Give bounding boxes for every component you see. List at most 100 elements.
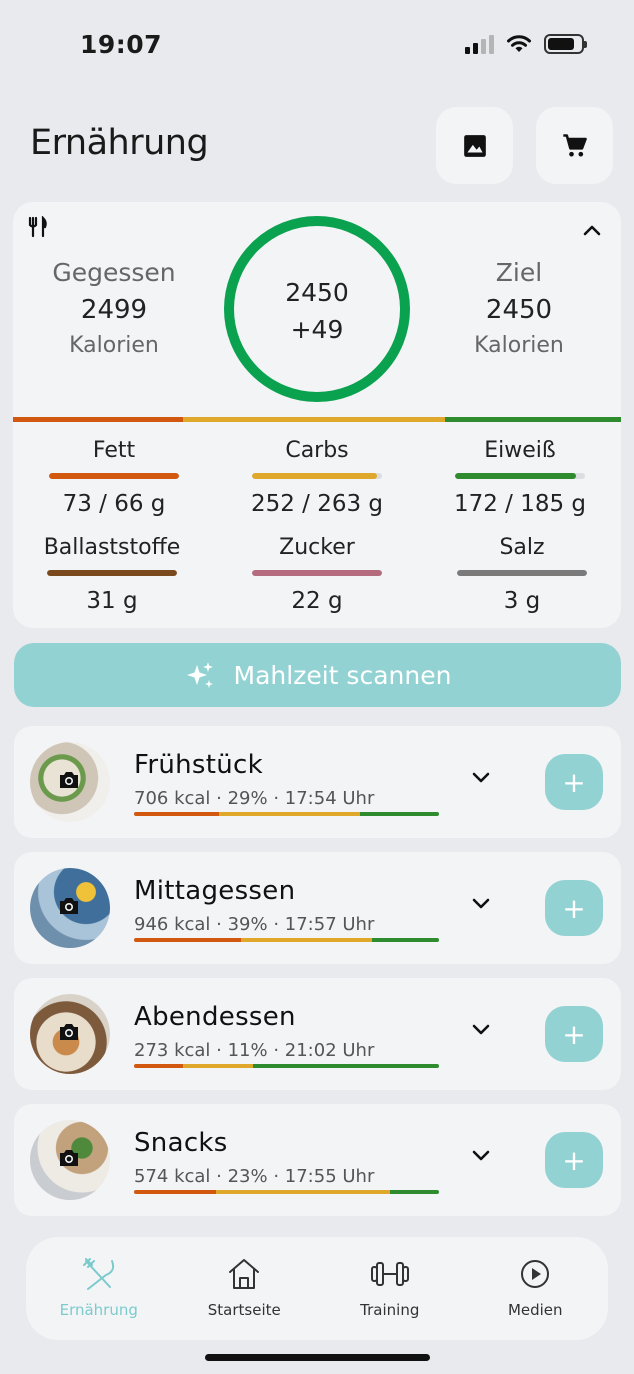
goal-value: 2450: [485, 295, 553, 325]
image-icon: [463, 134, 486, 157]
add-food-button[interactable]: +: [545, 1006, 603, 1062]
meal-bar-segment: [219, 812, 360, 816]
meal-bar-segment: [134, 812, 220, 816]
play-icon: [521, 1260, 550, 1288]
macro-salt: Salz 3 g: [432, 535, 612, 614]
meal-card-breakfast[interactable]: Frühstück 706 kcal · 29% · 17:54 Uhr +: [14, 726, 621, 838]
macro-sugar: Zucker 22 g: [227, 535, 407, 614]
wifi-icon: [507, 35, 531, 52]
battery-icon: [544, 34, 587, 54]
plus-icon: +: [562, 1143, 586, 1177]
cellular-signal-icon: [465, 34, 494, 54]
macro-value: 73 / 66 g: [62, 491, 166, 517]
macro-fill: [457, 570, 587, 576]
meal-macro-bar: [134, 1064, 439, 1068]
eaten-value: 2499: [80, 295, 148, 325]
macro-fill: [252, 473, 377, 479]
meal-name: Mittagessen: [134, 876, 296, 906]
macro-value: 252 / 263 g: [250, 491, 384, 517]
macro-label: Fett: [92, 438, 136, 463]
calorie-summary-card: Gegessen 2499 Kalorien 2450 +49 Ziel 245…: [13, 202, 621, 628]
eaten-block: Gegessen 2499 Kalorien: [14, 258, 214, 358]
dumbbell-icon: [370, 1262, 409, 1286]
meal-macro-bar: [134, 938, 439, 942]
macro-value: 22 g: [291, 588, 343, 614]
goal-unit: Kalorien: [474, 333, 564, 358]
eaten-label: Gegessen: [52, 258, 176, 287]
home-indicator[interactable]: [205, 1354, 430, 1361]
tab-label: Training: [360, 1301, 420, 1319]
page-title: Ernährung: [30, 123, 209, 163]
meal-bar-segment: [359, 812, 439, 816]
macro-carbs: Carbs 252 / 263 g: [227, 438, 407, 517]
header: Ernährung: [0, 105, 634, 185]
meal-name: Abendessen: [134, 1002, 296, 1032]
meal-macro-bar: [134, 1190, 439, 1194]
chevron-down-icon[interactable]: [472, 772, 490, 784]
macro-fill: [47, 570, 177, 576]
meal-bar-segment: [390, 1190, 439, 1194]
plus-icon: +: [562, 891, 586, 925]
macro-distribution-bar: [13, 417, 621, 422]
meal-bar-segment: [216, 1190, 391, 1194]
macro-fiber: Ballaststoffe 31 g: [22, 535, 202, 614]
meal-bar-segment: [252, 1064, 439, 1068]
chevron-down-icon[interactable]: [472, 1150, 490, 1162]
camera-icon: [60, 1150, 78, 1166]
protein-segment: [444, 417, 621, 422]
tab-label: Ernährung: [59, 1301, 138, 1319]
meal-bar-segment: [182, 1064, 253, 1068]
bottom-tab-bar: Ernährung Startseite Training Medien: [26, 1237, 608, 1340]
macro-label: Salz: [499, 535, 545, 560]
home-icon: [229, 1259, 260, 1289]
scan-meal-button[interactable]: Mahlzeit scannen: [14, 643, 621, 707]
image-button[interactable]: [436, 107, 513, 184]
tab-label: Medien: [507, 1301, 563, 1319]
meal-name: Frühstück: [134, 750, 263, 780]
carbs-segment: [183, 417, 445, 422]
macro-protein: Eiweiß 172 / 185 g: [430, 438, 610, 517]
meal-card-dinner[interactable]: Abendessen 273 kcal · 11% · 21:02 Uhr +: [14, 978, 621, 1090]
camera-icon: [60, 1024, 78, 1040]
status-time: 19:07: [80, 30, 163, 59]
macro-track: [455, 473, 585, 479]
add-food-button[interactable]: +: [545, 754, 603, 810]
macro-value: 31 g: [86, 588, 138, 614]
meal-card-snacks[interactable]: Snacks 574 kcal · 23% · 17:55 Uhr +: [14, 1104, 621, 1216]
meal-info: 706 kcal · 29% · 17:54 Uhr: [134, 788, 375, 809]
tab-nutrition[interactable]: Ernährung: [34, 1255, 164, 1340]
eaten-unit: Kalorien: [69, 333, 159, 358]
macro-track: [49, 473, 179, 479]
plus-icon: +: [562, 765, 586, 799]
tab-training[interactable]: Training: [325, 1255, 455, 1340]
meal-bar-segment: [240, 938, 372, 942]
shopping-cart-icon: [562, 133, 587, 156]
meal-macro-bar: [134, 812, 439, 816]
macro-track: [252, 570, 382, 576]
add-food-button[interactable]: +: [545, 1132, 603, 1188]
cart-button[interactable]: [536, 107, 613, 184]
macro-label: Carbs: [285, 438, 349, 463]
macro-label: Ballaststoffe: [43, 535, 181, 560]
macro-label: Zucker: [279, 535, 355, 560]
macro-track: [47, 570, 177, 576]
fork-knife-icon: [28, 216, 47, 238]
chevron-up-icon[interactable]: [583, 224, 601, 236]
meal-card-lunch[interactable]: Mittagessen 946 kcal · 39% · 17:57 Uhr +: [14, 852, 621, 964]
macro-track: [252, 473, 382, 479]
meal-info: 574 kcal · 23% · 17:55 Uhr: [134, 1166, 375, 1187]
fat-segment: [13, 417, 184, 422]
macro-fat: Fett 73 / 66 g: [24, 438, 204, 517]
ring-goal-value: 2450: [285, 278, 349, 307]
ring-text: 2450 +49: [222, 274, 412, 348]
meal-bar-segment: [134, 1190, 217, 1194]
tab-media[interactable]: Medien: [470, 1255, 600, 1340]
goal-block: Ziel 2450 Kalorien: [419, 258, 619, 358]
add-food-button[interactable]: +: [545, 880, 603, 936]
macro-label: Eiweiß: [484, 438, 556, 463]
chevron-down-icon[interactable]: [472, 898, 490, 910]
chevron-down-icon[interactable]: [472, 1024, 490, 1036]
ring-difference: +49: [290, 315, 344, 344]
macro-fill: [49, 473, 179, 479]
tab-home[interactable]: Startseite: [179, 1255, 309, 1340]
